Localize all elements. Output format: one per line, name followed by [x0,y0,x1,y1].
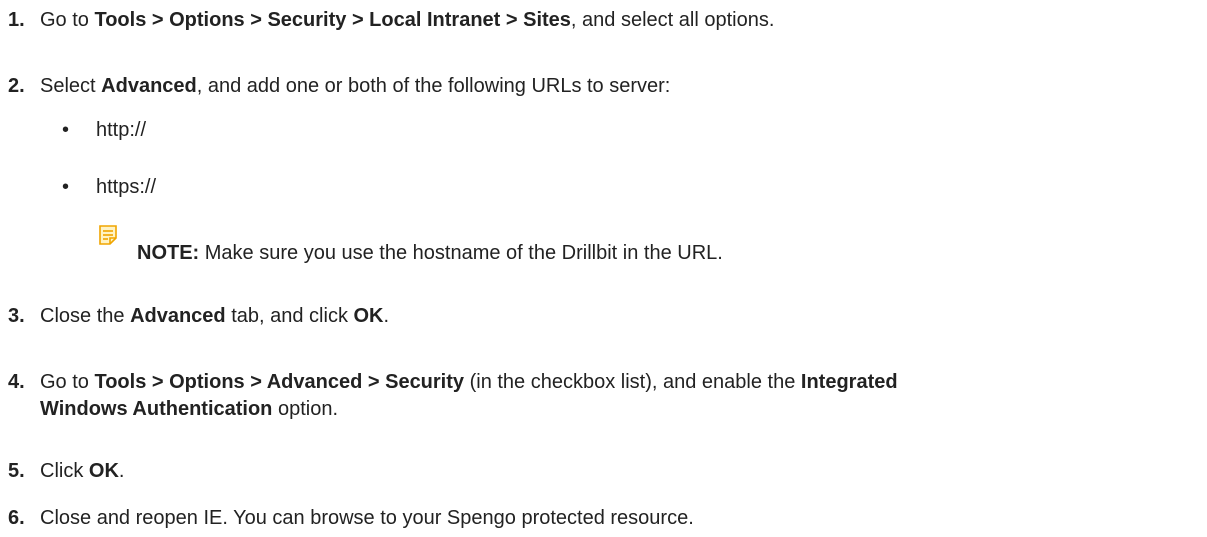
step-text: Click OK. [40,460,125,482]
bullet-dot: • [62,119,70,141]
step-text: Close the Advanced tab, and click OK. [40,305,390,327]
url-text: https:// [96,176,157,198]
instruction-steps: 1. Go to Tools > Options > Security > Lo… [0,0,1207,537]
step-number: 6. [8,507,25,529]
note-callout: NOTE: Make sure you use the hostname of … [99,225,1099,265]
step-number: 4. [8,371,25,393]
url-text: http:// [96,119,147,141]
step-number: 5. [8,460,25,482]
step-number: 3. [8,305,25,327]
step-text: Go to Tools > Options > Advanced > Secur… [40,371,898,420]
tab-name: Advanced [101,75,197,97]
menu-path: Tools > Options > Security > Local Intra… [94,9,571,31]
step-text: Select Advanced, and add one or both of … [40,75,671,97]
step-text: Close and reopen IE. You can browse to y… [40,507,694,529]
note-label: NOTE: [137,242,200,264]
step-number: 1. [8,9,25,31]
note-text: NOTE: Make sure you use the hostname of … [137,242,723,264]
bullet-dot: • [62,176,70,198]
step-number: 2. [8,75,25,97]
step-text: Go to Tools > Options > Security > Local… [40,9,775,31]
note-icon [99,225,117,245]
step-4: 4. Go to Tools > Options > Advanced > Se… [0,369,1200,423]
